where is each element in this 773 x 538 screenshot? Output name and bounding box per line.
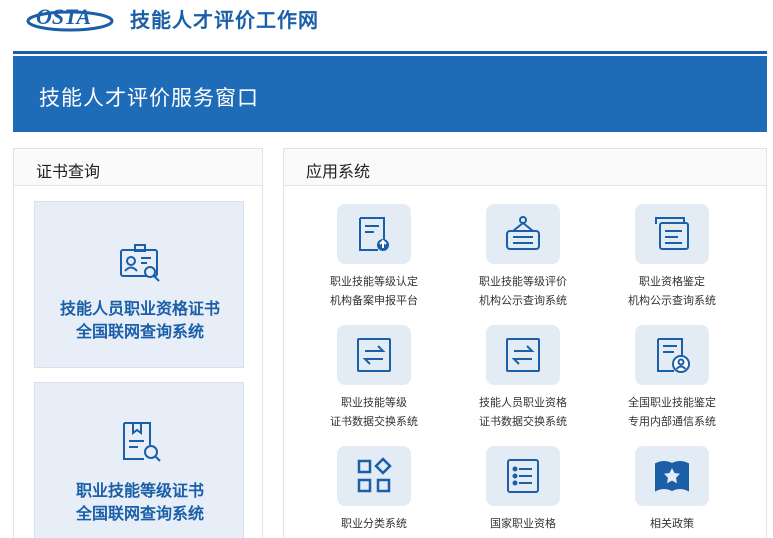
app-icon-tile: [635, 446, 709, 506]
app-label-line2: 机构备案申报平台: [330, 294, 418, 307]
app-icon-tile: [635, 204, 709, 264]
site-title: 技能人才评价工作网: [130, 8, 319, 32]
grid-diamond-icon: [357, 457, 392, 493]
app-label-line2: 证书数据交换系统: [330, 415, 418, 428]
app-label: 职业技能等级认定 机构备案申报平台: [299, 272, 449, 310]
document-upload-icon: [359, 217, 389, 251]
app-label-line1: 职业分类系统: [341, 517, 407, 530]
app-label-line2: 机构公示查询系统: [628, 294, 716, 307]
app-label-line1: 技能人员职业资格: [479, 396, 567, 409]
certificate-search-icon: [118, 242, 162, 286]
app-label-line1: 国家职业资格: [490, 517, 556, 530]
logo-text: OSTA: [36, 4, 91, 29]
app-icon-tile: [486, 204, 560, 264]
app-label: 职业技能等级 证书数据交换系统: [299, 393, 449, 431]
banner-divider: [13, 51, 767, 54]
app-label: 技能人员职业资格 证书数据交换系统: [448, 393, 598, 431]
app-icon-tile: [635, 325, 709, 385]
app-label: 国家职业资格: [448, 514, 598, 533]
app-label: 相关政策: [597, 514, 747, 533]
app-label-line2: 证书数据交换系统: [479, 415, 567, 428]
exchange-icon: [506, 338, 540, 372]
osta-logo[interactable]: OSTA: [26, 2, 118, 34]
app-label-line1: 职业技能等级认定: [330, 275, 418, 288]
app-label: 职业分类系统: [299, 514, 449, 533]
cert-card-line2: 全国联网查询系统: [75, 504, 204, 523]
panel-header: 应用系统: [284, 149, 766, 186]
app-label: 职业技能等级评价 机构公示查询系统: [448, 272, 598, 310]
exchange-icon: [357, 338, 391, 372]
document-search-icon: [118, 419, 162, 463]
cert-panel-title: 证书查询: [36, 162, 101, 181]
banner-title: 技能人才评价服务窗口: [39, 86, 259, 110]
cert-query-panel: 证书查询 技能人员职业资格证书 全国联网查询系统 职业技能等级证书 全国联网查询…: [13, 148, 263, 538]
app-icon-tile: [337, 446, 411, 506]
notice-board-icon: [506, 216, 540, 250]
app-label-line1: 职业资格鉴定: [639, 275, 705, 288]
app-label-line1: 相关政策: [650, 517, 694, 530]
app-label-line2: 专用内部通信系统: [628, 415, 716, 428]
app-label-line2: 机构公示查询系统: [479, 294, 567, 307]
cert-card-line1: 职业技能等级证书: [75, 481, 204, 500]
site-header: OSTA 技能人才评价工作网: [0, 0, 773, 44]
app-icon-tile: [486, 325, 560, 385]
star-book-icon: [655, 461, 689, 492]
app-icon-tile: [486, 446, 560, 506]
app-icon-tile: [337, 325, 411, 385]
cert-card-label: 技能人员职业资格证书 全国联网查询系统: [35, 297, 245, 343]
panel-header: 证书查询: [14, 149, 262, 186]
apps-panel-title: 应用系统: [306, 162, 371, 181]
stacked-documents-icon: [655, 217, 689, 250]
app-label: 职业资格鉴定 机构公示查询系统: [597, 272, 747, 310]
cert-card-line1: 技能人员职业资格证书: [59, 299, 220, 318]
app-label: 全国职业技能鉴定 专用内部通信系统: [597, 393, 747, 431]
app-systems-panel: 应用系统 职业技能等级认定 机构备案申报平台 职业技能等级评价 机构公示查询系统…: [283, 148, 767, 538]
app-icon-tile: [337, 204, 411, 264]
cert-card-skill-level[interactable]: 职业技能等级证书 全国联网查询系统: [34, 382, 244, 538]
app-label-line1: 职业技能等级评价: [479, 275, 567, 288]
cert-card-line2: 全国联网查询系统: [75, 322, 204, 341]
cert-card-label: 职业技能等级证书 全国联网查询系统: [35, 479, 245, 525]
service-banner: 技能人才评价服务窗口: [13, 56, 767, 132]
list-icon: [507, 459, 539, 493]
user-document-icon: [657, 338, 690, 373]
app-label-line1: 全国职业技能鉴定: [628, 396, 716, 409]
cert-card-vocational-qualification[interactable]: 技能人员职业资格证书 全国联网查询系统: [34, 201, 244, 368]
app-label-line1: 职业技能等级: [341, 396, 407, 409]
